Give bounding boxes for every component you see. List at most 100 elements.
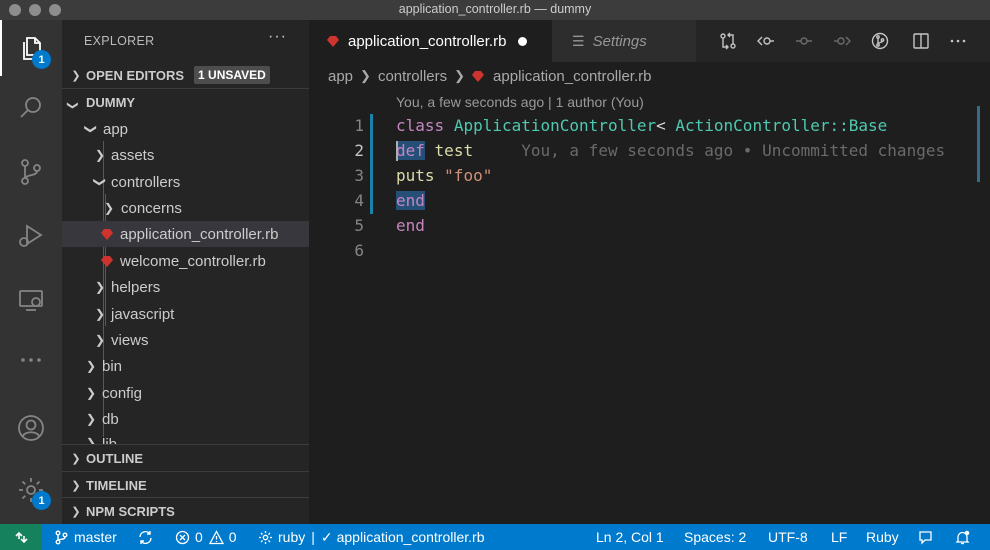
next-revision-button[interactable] — [831, 30, 853, 52]
npm-scripts-label: NPM SCRIPTS — [86, 503, 175, 519]
code-line[interactable]: 4 end — [309, 189, 990, 214]
compare-changes-icon — [720, 32, 736, 50]
remote-explorer-activity-button[interactable] — [0, 272, 62, 328]
tree-folder-app[interactable]: ❯ app — [62, 116, 309, 142]
npm-scripts-section[interactable]: ❯ NPM SCRIPTS — [62, 498, 309, 524]
tab-label: application_controller.rb — [348, 32, 507, 50]
breadcrumb-item[interactable]: application_controller.rb — [493, 68, 651, 85]
ruby-status-label: ruby — [278, 529, 306, 545]
code-line[interactable]: 2 def test You, a few seconds ago • Unco… — [309, 139, 990, 164]
branch-status-button[interactable]: master — [54, 524, 117, 550]
status-separator: | — [311, 529, 315, 545]
notifications-button[interactable] — [955, 524, 975, 550]
line-number: 2 — [354, 141, 364, 160]
chevron-right-icon: ❯ — [71, 69, 81, 82]
tab-application-controller[interactable]: application_controller.rb — [309, 20, 552, 62]
settings-badge: 1 — [32, 491, 51, 510]
chevron-right-icon: ❯ — [85, 359, 97, 373]
tree-folder-bin[interactable]: ❯ bin — [62, 353, 309, 379]
ellipsis-icon — [21, 358, 41, 362]
line-number: 3 — [354, 166, 364, 185]
tree-file-welcome-controller[interactable]: welcome_controller.rb — [62, 248, 309, 274]
more-activity-button[interactable] — [0, 332, 62, 388]
split-editor-button[interactable] — [910, 30, 932, 52]
remote-indicator-button[interactable] — [0, 524, 42, 550]
keyword: end — [396, 191, 425, 210]
outline-section[interactable]: ❯ OUTLINE — [62, 445, 309, 471]
keyword: class — [396, 116, 445, 135]
project-section[interactable]: ❯ DUMMY — [62, 89, 309, 115]
codelens-authors[interactable]: You, a few seconds ago | 1 author (You) — [396, 94, 644, 110]
tree-folder-assets[interactable]: ❯ assets — [62, 142, 309, 168]
timeline-section[interactable]: ❯ TIMELINE — [62, 472, 309, 498]
feedback-icon — [919, 530, 932, 545]
explorer-more-button[interactable]: ··· — [268, 28, 287, 46]
ruby-status-button[interactable]: ruby | ✓ application_controller.rb — [258, 524, 484, 550]
ruby-file-icon — [327, 35, 339, 47]
method-name: puts — [396, 166, 435, 185]
git-commit-button[interactable] — [793, 30, 815, 52]
tree-folder-concerns[interactable]: ❯ concerns — [62, 195, 309, 221]
previous-revision-button[interactable] — [755, 30, 777, 52]
problems-status-button[interactable]: 0 0 — [175, 524, 237, 550]
remote-explorer-icon — [19, 290, 43, 311]
explorer-header: EXPLORER ··· — [62, 20, 309, 62]
account-icon — [18, 415, 44, 441]
indentation-button[interactable]: Spaces: 2 — [684, 524, 746, 550]
git-lens-icon — [871, 32, 889, 50]
git-previous-icon — [757, 36, 774, 46]
breadcrumb-item[interactable]: controllers — [378, 68, 447, 85]
eol-button[interactable]: LF — [831, 524, 847, 550]
source-control-activity-button[interactable] — [0, 144, 62, 200]
run-debug-activity-button[interactable] — [0, 208, 62, 264]
tree-item-label: assets — [111, 146, 155, 164]
tree-folder-helpers[interactable]: ❯ helpers — [62, 274, 309, 300]
explorer-activity-button[interactable]: 1 — [0, 20, 62, 76]
tree-item-label: views — [111, 331, 149, 349]
sync-button[interactable] — [138, 524, 158, 550]
ruby-file-icon — [472, 70, 485, 82]
ruby-file-icon — [101, 228, 113, 240]
chevron-right-icon: ❯ — [85, 412, 97, 426]
git-lens-button[interactable] — [869, 30, 891, 52]
manage-activity-button[interactable]: 1 — [0, 462, 62, 518]
branch-name: master — [74, 529, 117, 545]
string-literal: "foo" — [444, 166, 493, 185]
split-editor-icon — [913, 33, 929, 49]
change-marker — [370, 164, 373, 189]
code-line[interactable]: 6 — [309, 239, 990, 264]
settings-list-icon: ☰ — [572, 32, 585, 49]
open-editors-section[interactable]: ❯ OPEN EDITORS 1 UNSAVED — [62, 62, 309, 88]
encoding-button[interactable]: UTF-8 — [768, 524, 808, 550]
source-control-icon — [21, 159, 41, 185]
language-mode-button[interactable]: Ruby — [866, 524, 899, 550]
outline-label: OUTLINE — [86, 450, 144, 466]
tree-folder-javascript[interactable]: ❯ javascript — [62, 301, 309, 327]
open-changes-button[interactable] — [717, 30, 739, 52]
code-line[interactable]: 3 puts "foo" — [309, 164, 990, 189]
ellipsis-icon — [950, 39, 966, 43]
code-line[interactable]: 5 end — [309, 214, 990, 239]
code-line[interactable]: 1 class ApplicationController< ActionCon… — [309, 114, 990, 139]
chevron-right-icon: ❯ — [94, 148, 106, 162]
git-next-icon — [834, 36, 851, 46]
chevron-right-icon: ❯ — [71, 505, 81, 518]
search-activity-button[interactable] — [0, 80, 62, 136]
accounts-activity-button[interactable] — [0, 400, 62, 456]
unsaved-dot-icon[interactable] — [518, 36, 528, 46]
error-icon — [175, 530, 190, 544]
explorer-sidebar: EXPLORER ··· ❯ OPEN EDITORS 1 UNSAVED ❯ … — [62, 20, 309, 524]
feedback-button[interactable] — [918, 524, 938, 550]
tree-folder-config[interactable]: ❯ config — [62, 380, 309, 406]
scrollbar-change-marker[interactable] — [977, 106, 980, 182]
tree-folder-views[interactable]: ❯ views — [62, 327, 309, 353]
tree-folder-controllers[interactable]: ❯ controllers — [62, 169, 309, 195]
more-actions-button[interactable] — [947, 30, 969, 52]
tree-file-application-controller[interactable]: application_controller.rb — [62, 221, 309, 247]
breadcrumb-item[interactable]: app — [328, 68, 353, 85]
cursor-position-button[interactable]: Ln 2, Col 1 — [596, 524, 664, 550]
tree-folder-lib[interactable]: ❯ lib — [62, 432, 309, 444]
chevron-down-icon: ❯ — [93, 176, 107, 188]
tab-settings[interactable]: ☰ Settings — [552, 20, 696, 62]
tree-folder-db[interactable]: ❯ db — [62, 406, 309, 432]
